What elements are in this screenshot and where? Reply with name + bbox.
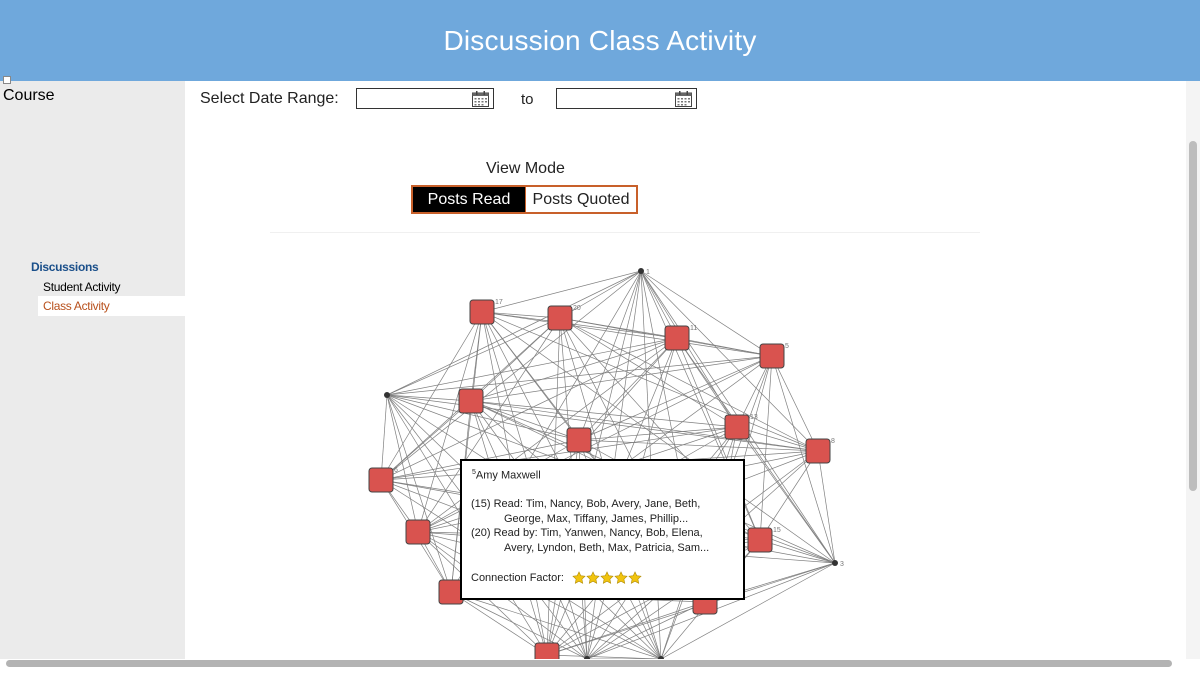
graph-node-label: 20 xyxy=(573,305,581,312)
end-date-input[interactable] xyxy=(560,89,674,109)
page-title: Discussion Class Activity xyxy=(443,24,757,56)
graph-node-small[interactable] xyxy=(638,268,644,274)
view-mode-label: View Mode xyxy=(486,160,565,177)
graph-node-label: 3 xyxy=(840,561,844,568)
graph-node[interactable] xyxy=(534,642,560,659)
graph-node[interactable] xyxy=(469,299,495,325)
start-date-field[interactable] xyxy=(356,88,494,109)
posts-read-button[interactable]: Posts Read xyxy=(413,187,525,212)
graph-edge xyxy=(470,400,580,441)
graph-node-label: 5 xyxy=(785,343,789,350)
graph-node[interactable] xyxy=(368,467,394,493)
connection-factor-label: Connection Factor: xyxy=(471,572,564,584)
graph-node-label: 17 xyxy=(495,299,503,306)
graph-node[interactable] xyxy=(747,527,773,553)
course-checkbox[interactable] xyxy=(3,76,11,84)
calendar-icon[interactable] xyxy=(472,91,489,107)
graph-edge xyxy=(586,601,706,659)
calendar-icon[interactable] xyxy=(675,91,692,107)
student-tooltip: 5Amy Maxwell (15) Read: Tim, Nancy, Bob,… xyxy=(460,459,745,600)
tooltip-student-name: 5Amy Maxwell xyxy=(472,469,541,482)
tooltip-read-line: (15) Read: Tim, Nancy, Bob, Avery, Jane,… xyxy=(471,498,701,510)
graph-edge xyxy=(386,394,452,593)
graph-node[interactable] xyxy=(805,438,831,464)
sidebar-item-class-activity[interactable]: Class Activity xyxy=(38,296,185,316)
star-icon xyxy=(628,571,642,584)
title-bar: Discussion Class Activity xyxy=(0,0,1200,81)
graph-node[interactable] xyxy=(759,343,785,369)
graph-edge xyxy=(771,355,819,452)
start-date-input[interactable] xyxy=(360,89,474,109)
graph-node[interactable] xyxy=(724,414,750,440)
graph-node-label: 13 xyxy=(750,414,758,421)
tooltip-read-line-cont: George, Max, Tiffany, James, Phillip... xyxy=(504,513,689,525)
graph-edge xyxy=(578,426,738,441)
to-label: to xyxy=(521,91,534,108)
sidebar: Course Discussions Student Activity Clas… xyxy=(0,76,185,659)
posts-quoted-button[interactable]: Posts Quoted xyxy=(525,187,636,212)
graph-edge xyxy=(380,394,388,481)
graph-node-small[interactable] xyxy=(832,560,838,566)
graph-node-label: 11 xyxy=(690,325,697,332)
sidebar-section-discussions[interactable]: Discussions xyxy=(31,260,99,274)
graph-node-small[interactable] xyxy=(384,392,390,398)
graph-node-label: 8 xyxy=(831,438,835,445)
vertical-scroll-thumb[interactable] xyxy=(1189,141,1197,491)
star-icon xyxy=(614,571,628,584)
graph-edge xyxy=(546,601,706,656)
graph-node[interactable] xyxy=(458,388,484,414)
star-icon xyxy=(600,571,614,584)
graph-node[interactable] xyxy=(547,305,573,331)
graph-node-label: 1 xyxy=(646,269,650,276)
view-mode-toggle: Posts Read Posts Quoted xyxy=(411,185,638,214)
graph-node[interactable] xyxy=(405,519,431,545)
graph-node-label: 6 xyxy=(394,467,398,474)
graph-node-label: 15 xyxy=(773,527,781,534)
connection-rating xyxy=(572,571,642,585)
graph-edge xyxy=(817,450,836,564)
graph-edge xyxy=(450,591,548,656)
course-label[interactable]: Course xyxy=(3,87,55,105)
graph-node[interactable] xyxy=(566,427,592,453)
end-date-field[interactable] xyxy=(556,88,697,109)
sidebar-item-student-activity[interactable]: Student Activity xyxy=(38,277,185,297)
star-icon xyxy=(572,571,586,584)
star-icon xyxy=(586,571,600,584)
horizontal-scroll-thumb[interactable] xyxy=(6,660,1172,667)
tooltip-readby-line: (20) Read by: Tim, Yanwen, Nancy, Bob, E… xyxy=(471,527,703,539)
graph-node[interactable] xyxy=(664,325,690,351)
graph-edge xyxy=(386,270,642,396)
tooltip-readby-line-cont: Avery, Lyndon, Beth, Max, Patricia, Sam.… xyxy=(504,542,710,554)
vertical-scrollbar[interactable] xyxy=(1186,81,1200,659)
connection-factor: Connection Factor: xyxy=(471,571,642,585)
date-range-label: Select Date Range: xyxy=(200,90,339,107)
divider xyxy=(270,232,980,233)
horizontal-scrollbar[interactable] xyxy=(0,659,1200,676)
